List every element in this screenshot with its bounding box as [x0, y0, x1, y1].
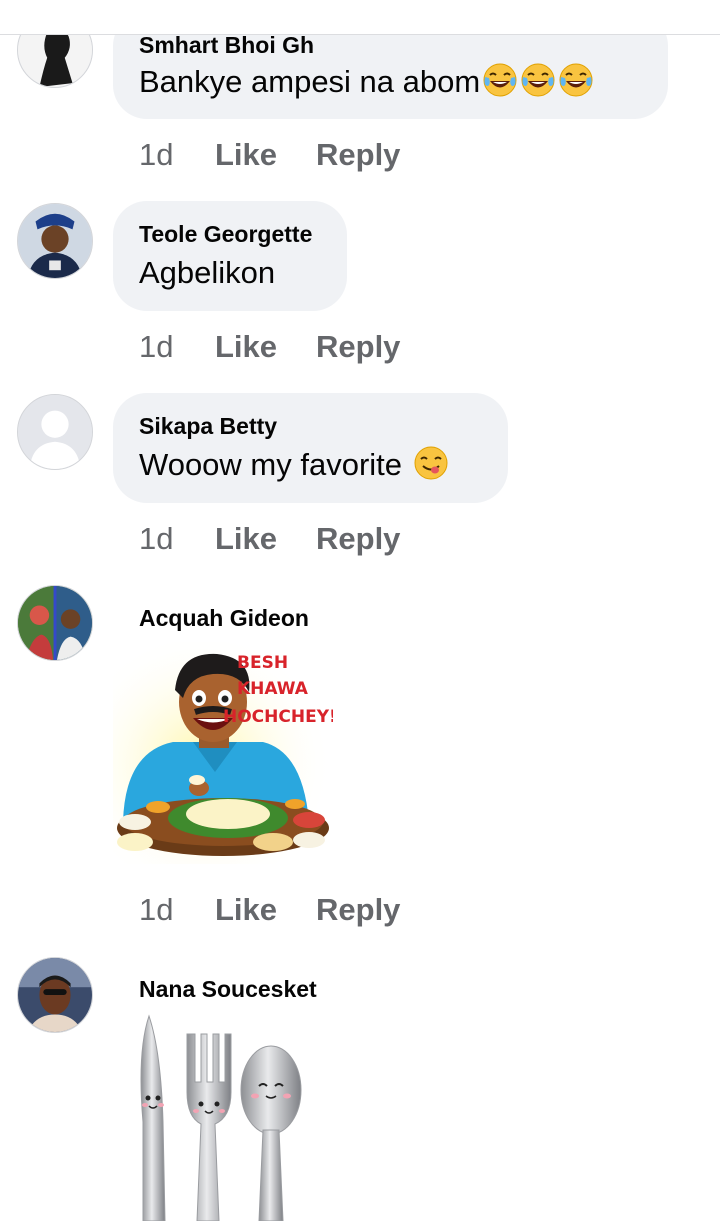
like-button[interactable]: Like: [215, 521, 316, 557]
tears-of-joy-icon: [558, 62, 594, 98]
comment-text-content: Wooow my favorite: [139, 447, 403, 482]
avatar[interactable]: [17, 394, 93, 470]
sticker-caption-line: BESH: [237, 653, 288, 673]
tears-of-joy-icon: [482, 62, 518, 98]
sticker-image: BESH KHAWA HOCHCHEY!: [113, 642, 337, 864]
commenter-name[interactable]: Smhart Bhoi Gh: [139, 32, 642, 58]
savoring-food-icon: [413, 445, 449, 481]
sticker-image: [140, 1014, 302, 1222]
reply-button[interactable]: Reply: [316, 329, 400, 365]
avatar-photo-image: [18, 958, 92, 1032]
comment-text-content: Bankye ampesi na abom: [139, 64, 481, 99]
comment-text: Agbelikon: [139, 255, 276, 290]
like-button[interactable]: Like: [215, 137, 316, 173]
commenter-name[interactable]: Nana Soucesket: [139, 976, 317, 1002]
comment-actions: 1d Like Reply: [139, 329, 400, 365]
comment-time: 1d: [139, 892, 174, 927]
comment-time: 1d: [139, 329, 174, 364]
top-bar: [0, 0, 720, 35]
comment-text: Wooow my favorite: [139, 445, 482, 485]
comment-actions: 1d Like Reply: [139, 892, 400, 928]
sticker-caption-line: KHAWA: [237, 679, 309, 699]
avatar[interactable]: [17, 203, 93, 279]
reply-button[interactable]: Reply: [316, 892, 400, 928]
comment-actions: 1d Like Reply: [139, 521, 400, 557]
commenter-name[interactable]: Acquah Gideon: [139, 605, 309, 631]
default-avatar-image: [18, 395, 92, 469]
man-eating-meal-sticker[interactable]: BESH KHAWA HOCHCHEY!: [113, 642, 337, 864]
comment-time: 1d: [139, 137, 174, 172]
comment-time: 1d: [139, 521, 174, 556]
avatar[interactable]: [17, 585, 93, 661]
knife-fork-spoon-sticker[interactable]: [135, 1012, 315, 1222]
like-button[interactable]: Like: [215, 329, 316, 365]
avatar-photo-image: [18, 204, 92, 278]
sticker-caption-line: HOCHCHEY!: [223, 707, 333, 727]
reply-button[interactable]: Reply: [316, 137, 400, 173]
like-button[interactable]: Like: [215, 892, 316, 928]
reply-button[interactable]: Reply: [316, 521, 400, 557]
comment-actions: 1d Like Reply: [139, 137, 400, 173]
comment-bubble: Teole Georgette Agbelikon: [113, 201, 347, 311]
avatar-collage-image: [18, 586, 92, 660]
commenter-name[interactable]: Teole Georgette: [139, 221, 321, 247]
comment-text: Bankye ampesi na abom: [139, 62, 642, 102]
avatar[interactable]: [17, 957, 93, 1033]
tears-of-joy-icon: [520, 62, 556, 98]
commenter-name[interactable]: Sikapa Betty: [139, 413, 482, 439]
comment-bubble: Sikapa Betty Wooow my favorite: [113, 393, 508, 503]
